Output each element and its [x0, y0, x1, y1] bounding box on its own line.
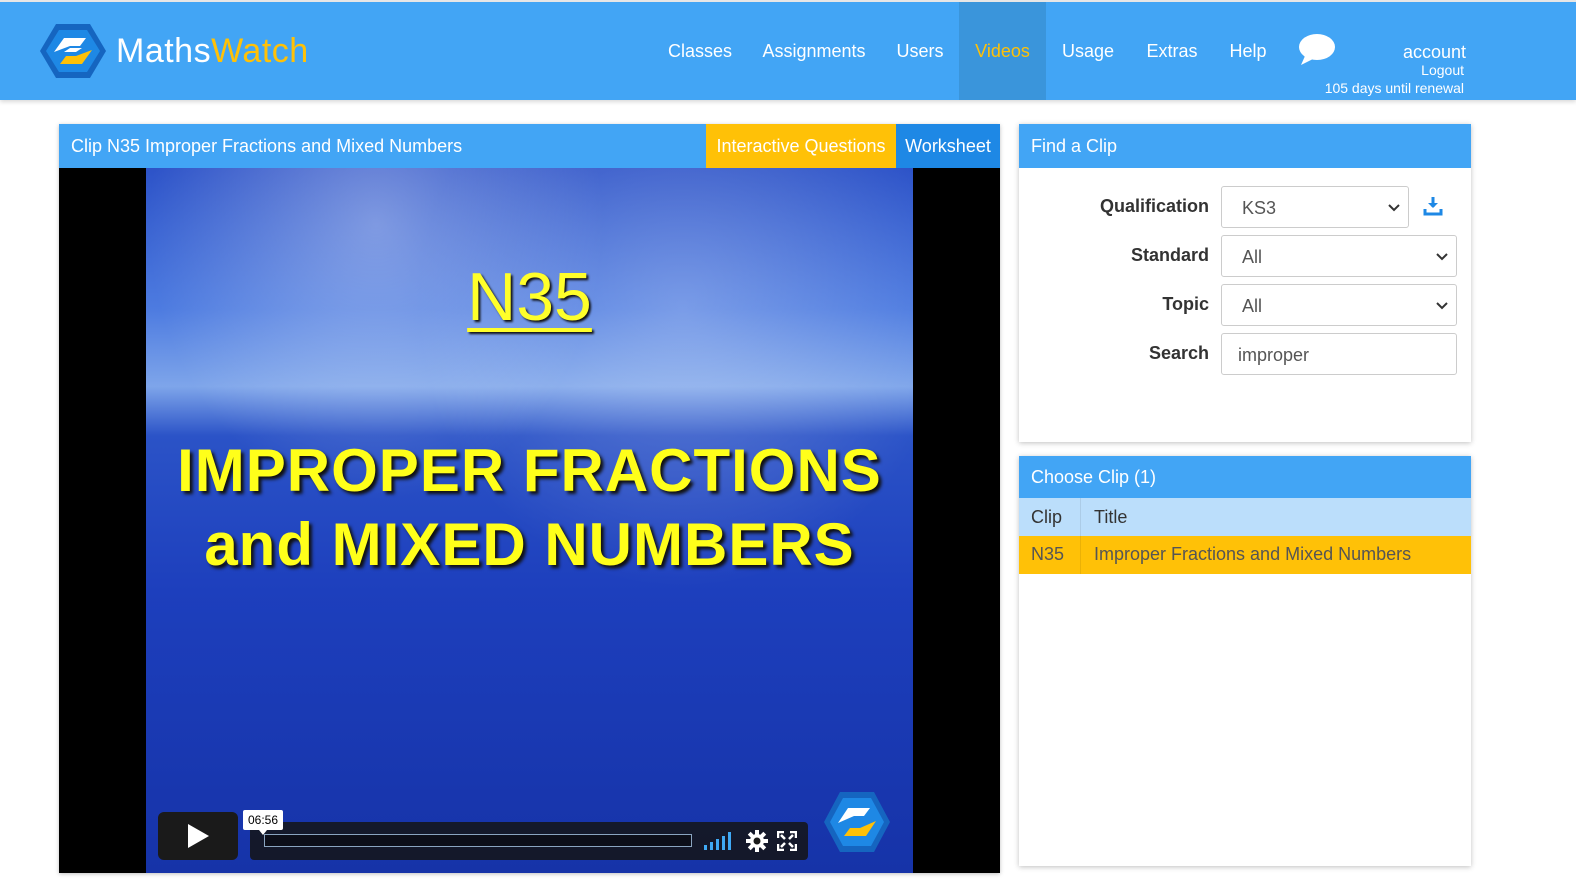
topic-label: Topic	[1162, 294, 1209, 314]
video-title: Clip N35 Improper Fractions and Mixed Nu…	[71, 136, 463, 156]
mathswatch-logo[interactable]: MathsWatch	[40, 22, 309, 80]
nav-extras[interactable]: Extras	[1134, 2, 1210, 100]
speech-bubble-icon[interactable]	[1297, 32, 1337, 66]
renewal-notice: 105 days until renewal	[1324, 80, 1464, 96]
logout-link[interactable]: Logout	[1421, 62, 1464, 78]
volume-icon[interactable]	[704, 832, 734, 850]
topic-select[interactable]: All	[1221, 284, 1457, 326]
nav-usage[interactable]: Usage	[1050, 2, 1126, 100]
qualification-value: KS3	[1242, 198, 1277, 218]
clip-code-cell: N35	[1031, 544, 1065, 564]
choose-clip-panel: Choose Clip (1) Clip Title N35 Improper …	[1019, 456, 1471, 866]
account-link[interactable]: account	[1403, 42, 1466, 63]
chevron-down-icon	[1388, 204, 1400, 212]
column-header-title[interactable]: Title	[1094, 507, 1127, 528]
worksheet-button[interactable]: Worksheet	[896, 124, 1000, 168]
nav-videos[interactable]: Videos	[959, 2, 1046, 100]
play-icon	[188, 824, 209, 848]
video-frame-title-line1: IMPROPER FRACTIONS	[177, 437, 882, 504]
fullscreen-icon[interactable]	[777, 831, 797, 851]
video-frame-code: N35	[467, 259, 592, 335]
standard-value: All	[1242, 247, 1263, 267]
video-panel: Clip N35 Improper Fractions and Mixed Nu…	[59, 124, 1000, 873]
settings-gear-icon[interactable]	[746, 830, 768, 852]
video-frame-title-line2: and MIXED NUMBERS	[204, 511, 855, 578]
clip-table-header: Clip Title	[1019, 498, 1471, 536]
play-button[interactable]	[158, 812, 238, 860]
chevron-down-icon	[1436, 302, 1448, 310]
clip-title-cell: Improper Fractions and Mixed Numbers	[1094, 544, 1412, 564]
logo-hexagon-icon	[40, 24, 106, 78]
download-icon[interactable]	[1423, 196, 1443, 216]
standard-label: Standard	[1130, 245, 1209, 265]
interactive-questions-button[interactable]: Interactive Questions	[706, 124, 896, 168]
video-progress-bar[interactable]	[264, 834, 692, 847]
video-player[interactable]: N35 IMPROPER FRACTIONS and MIXED NUMBERS	[146, 168, 913, 873]
column-divider	[1080, 536, 1081, 574]
nav-help[interactable]: Help	[1214, 2, 1282, 100]
nav-assignments[interactable]: Assignments	[750, 2, 878, 100]
video-header: Clip N35 Improper Fractions and Mixed Nu…	[59, 124, 1000, 168]
video-time-tooltip: 06:56	[243, 810, 283, 835]
top-navbar: MathsWatch Classes Assignments Users Vid…	[0, 0, 1576, 100]
topic-value: All	[1242, 296, 1263, 316]
qualification-select[interactable]: KS3	[1221, 186, 1409, 228]
search-label: Search	[1148, 343, 1209, 363]
nav-classes[interactable]: Classes	[652, 2, 748, 100]
video-controls-bar	[250, 822, 808, 860]
column-header-clip[interactable]: Clip	[1031, 507, 1062, 528]
find-clip-heading: Find a Clip	[1019, 124, 1471, 168]
video-watermark-logo-icon	[824, 792, 890, 852]
chevron-down-icon	[1436, 253, 1448, 261]
logo-text: MathsWatch	[116, 31, 309, 70]
column-divider	[1080, 498, 1081, 536]
find-clip-panel: Find a Clip Qualification KS3 Standard A…	[1019, 124, 1471, 442]
search-input[interactable]: improper	[1221, 333, 1457, 375]
choose-clip-heading: Choose Clip (1)	[1019, 456, 1471, 498]
qualification-label: Qualification	[1099, 196, 1209, 216]
standard-select[interactable]: All	[1221, 235, 1457, 277]
table-row[interactable]: N35 Improper Fractions and Mixed Numbers	[1019, 536, 1471, 574]
nav-users[interactable]: Users	[882, 2, 958, 100]
